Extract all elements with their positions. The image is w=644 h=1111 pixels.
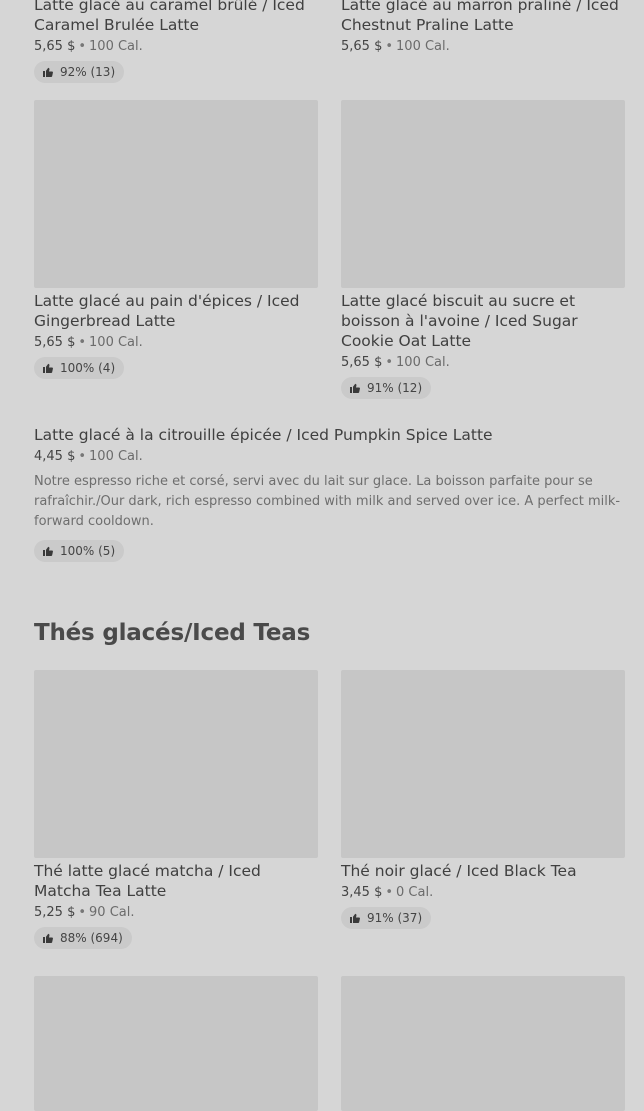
item-price: 5,65 $ [341, 39, 383, 54]
rating-text: 88% (694) [60, 931, 123, 945]
item-price: 4,45 $ [34, 449, 76, 464]
item-image [341, 976, 625, 1111]
rating-badge: 91% (37) [341, 907, 432, 929]
item-price: 5,25 $ [34, 905, 76, 920]
item-meta: 5,65 $ • 100 Cal. [34, 38, 318, 56]
item-image [341, 100, 625, 288]
rating-badge: 92% (13) [34, 61, 125, 83]
item-meta: 5,65 $ • 100 Cal. [341, 354, 625, 372]
menu-item-partial[interactable] [34, 976, 318, 1111]
item-calories: 100 Cal. [89, 449, 143, 464]
item-title: Thé noir glacé / Iced Black Tea [341, 862, 577, 880]
item-price: 3,45 $ [341, 885, 383, 900]
item-meta: 3,45 $ • 0 Cal. [341, 884, 625, 902]
item-calories: 100 Cal. [89, 335, 143, 350]
rating-text: 91% (12) [367, 381, 423, 395]
menu-item-chestnut-praline-latte[interactable]: Latte glacé au marron praliné / Iced Che… [341, 0, 625, 56]
item-title: Latte glacé au marron praliné / Iced Che… [341, 0, 619, 34]
thumbs-up-icon [43, 546, 53, 556]
item-price: 5,65 $ [341, 355, 383, 370]
menu-item-gingerbread-latte[interactable]: Latte glacé au pain d'épices / Iced Ging… [34, 100, 318, 379]
rating-badge: 88% (694) [34, 927, 132, 949]
thumbs-up-icon [350, 913, 360, 923]
item-image [341, 670, 625, 858]
item-meta: 5,25 $ • 90 Cal. [34, 904, 318, 922]
item-calories: 100 Cal. [396, 39, 450, 54]
section-title-iced-teas: Thés glacés/Iced Teas [34, 620, 311, 646]
menu-item-partial[interactable] [341, 976, 625, 1111]
item-calories: 90 Cal. [89, 905, 135, 920]
menu-item-iced-matcha-tea-latte[interactable]: Thé latte glacé matcha / Iced Matcha Tea… [34, 670, 318, 949]
item-title: Latte glacé au caramel brûlé / Iced Cara… [34, 0, 305, 34]
item-title: Latte glacé biscuit au sucre et boisson … [341, 292, 578, 350]
item-meta: 4,45 $ • 100 Cal. [34, 448, 624, 466]
item-meta: 5,65 $ • 100 Cal. [34, 334, 318, 352]
rating-text: 100% (5) [60, 544, 116, 558]
menu-item-sugar-cookie-oat-latte[interactable]: Latte glacé biscuit au sucre et boisson … [341, 100, 625, 399]
separator-dot: • [385, 355, 394, 370]
rating-text: 92% (13) [60, 65, 116, 79]
rating-badge: 100% (5) [34, 540, 125, 562]
rating-badge: 91% (12) [341, 377, 432, 399]
separator-dot: • [385, 885, 394, 900]
rating-text: 100% (4) [60, 361, 116, 375]
item-calories: 0 Cal. [396, 885, 434, 900]
item-title: Latte glacé à la citrouille épicée / Ice… [34, 426, 493, 444]
separator-dot: • [78, 335, 87, 350]
item-image [34, 100, 318, 288]
separator-dot: • [78, 905, 87, 920]
menu-page: Latte glacé au caramel brûlé / Iced Cara… [0, 0, 644, 1111]
thumbs-up-icon [350, 383, 360, 393]
item-image [34, 670, 318, 858]
separator-dot: • [78, 39, 87, 54]
item-price: 5,65 $ [34, 39, 76, 54]
rating-text: 91% (37) [367, 911, 423, 925]
item-price: 5,65 $ [34, 335, 76, 350]
separator-dot: • [78, 449, 87, 464]
thumbs-up-icon [43, 67, 53, 77]
menu-item-pumpkin-spice-latte[interactable]: Latte glacé à la citrouille épicée / Ice… [34, 425, 624, 562]
menu-item-caramel-brulee-latte[interactable]: Latte glacé au caramel brûlé / Iced Cara… [34, 0, 318, 83]
item-calories: 100 Cal. [89, 39, 143, 54]
item-title: Latte glacé au pain d'épices / Iced Ging… [34, 292, 300, 330]
thumbs-up-icon [43, 363, 53, 373]
item-meta: 5,65 $ • 100 Cal. [341, 38, 625, 56]
item-calories: 100 Cal. [396, 355, 450, 370]
item-image [34, 976, 318, 1111]
thumbs-up-icon [43, 933, 53, 943]
separator-dot: • [385, 39, 394, 54]
rating-badge: 100% (4) [34, 357, 125, 379]
item-description: Notre espresso riche et corsé, servi ave… [34, 474, 621, 529]
item-title: Thé latte glacé matcha / Iced Matcha Tea… [34, 862, 261, 900]
menu-item-iced-black-tea[interactable]: Thé noir glacé / Iced Black Tea 3,45 $ • 0… [341, 670, 625, 929]
